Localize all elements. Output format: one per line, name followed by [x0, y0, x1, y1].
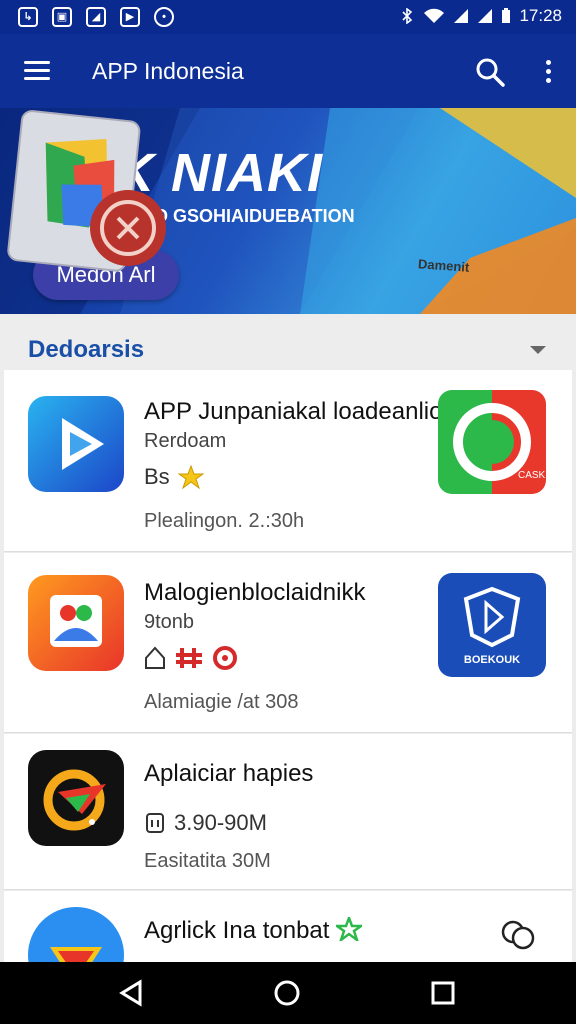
app-developer: Rerdoam: [144, 430, 227, 452]
list-item[interactable]: Agrlick Ina tonbat: [4, 891, 572, 963]
app-badges: Bs: [144, 464, 204, 490]
list-item[interactable]: Aplaiciar hapies 3.90-90M Easitatita 30M: [4, 734, 572, 890]
app-meta: Plealingon. 2.:30h: [144, 510, 305, 532]
back-icon[interactable]: [116, 978, 146, 1008]
star-icon: [177, 465, 204, 489]
app-meta: Alamiagie /at 308: [144, 691, 299, 713]
section-header: Dedoarsis: [0, 318, 576, 370]
search-button[interactable]: [474, 56, 506, 88]
shield-app-thumbnail-icon[interactable]: BOEKOUK: [438, 573, 546, 677]
target-icon: [213, 646, 237, 670]
more-options-button[interactable]: [536, 56, 560, 88]
app-bar: APP Indonesia: [0, 34, 576, 108]
app-title: APP Indonesia: [92, 58, 244, 84]
search-icon: [476, 58, 505, 87]
chat-app-thumbnail-icon[interactable]: CASK: [438, 390, 546, 494]
list-item[interactable]: Malogienbloclaidnikk 9tonb Alamiagie /at…: [4, 553, 572, 733]
chat-icon: •: [154, 7, 174, 27]
system-nav-bar: [0, 962, 576, 1024]
chevron-down-icon[interactable]: [530, 346, 546, 354]
app-badges: [144, 645, 238, 671]
app-meta: Easitatita 30M: [144, 850, 271, 872]
app-name-text: Agrlick Ina tonbat: [144, 917, 330, 944]
home-outline-icon: [145, 646, 165, 669]
side-thumb-label: BOEKOUK: [464, 654, 520, 666]
app-size: 3.90-90M: [174, 810, 267, 835]
menu-button[interactable]: [20, 56, 54, 86]
play-icon: ▶: [120, 7, 140, 27]
star-outline-icon: [333, 914, 366, 944]
app-badges: 3.90-90M: [144, 810, 267, 836]
app-store-bag-icon: [7, 110, 166, 272]
badge-text: Bs: [144, 464, 170, 489]
photo-app-icon: [28, 575, 124, 671]
browser-app-icon: [28, 750, 124, 846]
list-item[interactable]: APP Junpaniakal loadeanliotord Rerdoam B…: [4, 370, 572, 552]
bluetooth-icon: [402, 8, 413, 24]
wifi-icon: [424, 8, 445, 23]
promo-banner[interactable]: APK NIAKI STEONACFIVO GSOHIAIDUEBATION M…: [0, 108, 576, 314]
signal-icon: [478, 9, 493, 23]
maps-app-icon: [28, 907, 124, 962]
status-notification-icons: ↳ ▣ ◢ ▶ •: [18, 7, 174, 27]
status-time: 17:28: [519, 6, 562, 25]
signal-icon: [454, 9, 469, 23]
battery-icon: [502, 8, 511, 23]
app-name: Agrlick Ina tonbat: [144, 914, 366, 945]
video-player-app-icon: [28, 396, 124, 492]
app-name: Malogienbloclaidnikk: [144, 579, 366, 606]
side-thumb-label: CASK: [518, 470, 546, 481]
status-bar: ↳ ▣ ◢ ▶ • 17:28: [0, 0, 576, 34]
status-system-icons: 17:28: [399, 6, 562, 26]
photo-icon: ◢: [86, 7, 106, 27]
home-icon[interactable]: [272, 978, 302, 1008]
hash-icon: [176, 648, 202, 668]
chat-bubbles-icon[interactable]: [500, 917, 536, 953]
app-name: APP Junpaniakal loadeanliotord: [144, 398, 484, 425]
app-name: Aplaiciar hapies: [144, 760, 314, 787]
recents-icon[interactable]: [428, 978, 458, 1008]
notification-icon: ↳: [18, 7, 38, 27]
message-icon: ▣: [52, 7, 72, 27]
app-developer: 9tonb: [144, 611, 195, 633]
download-size-icon: [146, 813, 164, 833]
section-title: Dedoarsis: [28, 336, 145, 363]
